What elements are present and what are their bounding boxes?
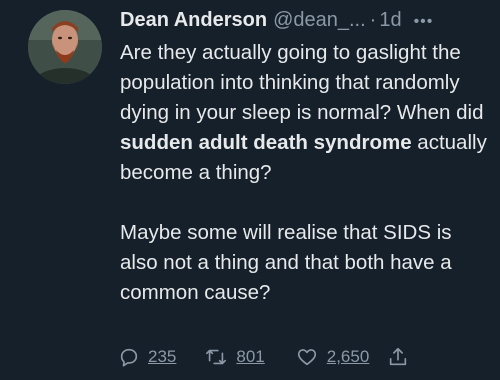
author-handle[interactable]: @dean_...: [273, 6, 366, 34]
tweet-paragraph-2: Maybe some will realise that SIDS is als…: [120, 221, 452, 304]
share-icon: [390, 347, 407, 366]
paragraph-1-bold: sudden adult death syndrome: [120, 131, 412, 154]
tweet-text: Are they actually going to gaslight the …: [120, 38, 492, 308]
like-count: 2,650: [326, 347, 370, 366]
tweet-header: Dean Anderson @dean_... · 1d •••: [120, 6, 492, 36]
ellipsis-icon[interactable]: •••: [414, 8, 434, 36]
heart-icon: [297, 349, 316, 366]
timestamp[interactable]: 1d: [379, 6, 401, 34]
share-button[interactable]: [387, 346, 417, 368]
tweet-paragraph-1: Are they actually going to gaslight the …: [120, 38, 492, 188]
reply-icon: [120, 348, 138, 367]
like-button[interactable]: 2,650: [295, 346, 370, 368]
separator-dot: ·: [369, 9, 377, 31]
avatar-image: [28, 10, 102, 84]
avatar[interactable]: [28, 10, 102, 84]
author-name[interactable]: Dean Anderson: [120, 6, 267, 34]
retweet-button[interactable]: 801: [204, 346, 265, 368]
paragraph-1-text-a: Are they actually going to gaslight the …: [120, 41, 484, 124]
reply-button[interactable]: 235: [118, 346, 176, 368]
tweet-content: Dean Anderson @dean_... · 1d ••• Are the…: [120, 6, 492, 308]
retweet-count: 801: [236, 347, 265, 366]
retweet-icon: [206, 349, 227, 365]
tweet-actions: 235 801 2,650: [118, 346, 417, 368]
reply-count: 235: [148, 347, 177, 366]
tweet-card[interactable]: Dean Anderson @dean_... · 1d ••• Are the…: [0, 0, 500, 380]
